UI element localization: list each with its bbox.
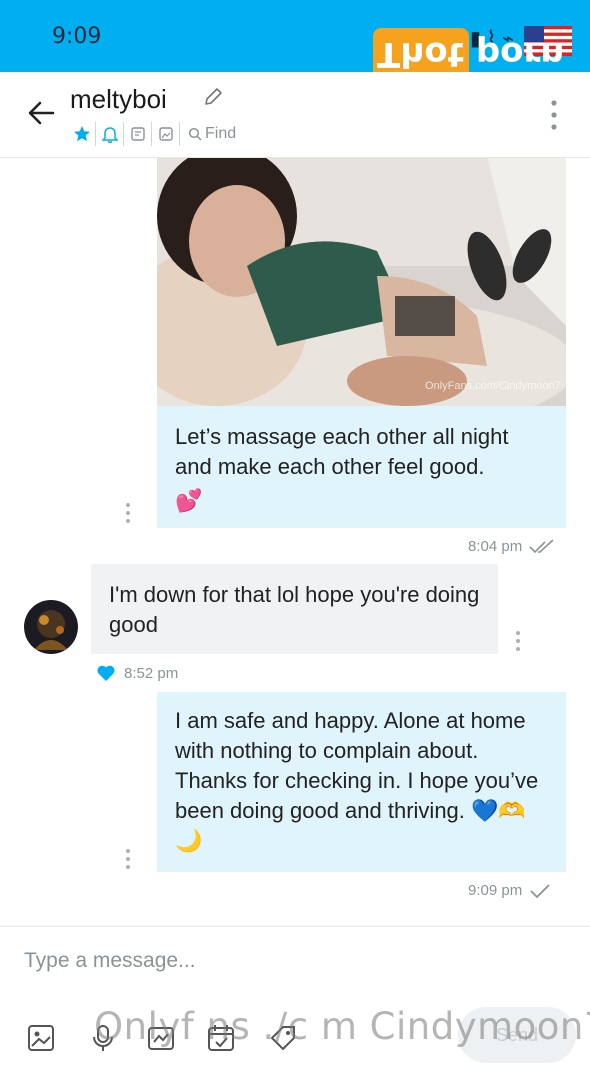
outgoing-message-bubble[interactable]: I am safe and happy. Alone at home with … bbox=[157, 692, 566, 872]
header-actions: Find bbox=[68, 122, 236, 146]
chat-username[interactable]: meltyboi bbox=[70, 84, 167, 115]
incoming-message-bubble[interactable]: I'm down for that lol hope you're doing … bbox=[91, 564, 498, 654]
message-emoji: 💕 bbox=[175, 488, 203, 513]
image-icon[interactable] bbox=[152, 122, 180, 146]
find-button[interactable]: Find bbox=[180, 125, 236, 143]
pencil-icon[interactable] bbox=[202, 86, 224, 108]
bell-icon[interactable] bbox=[96, 122, 124, 146]
status-time: 9:09 bbox=[52, 24, 102, 49]
message-meta: 8:52 pm bbox=[96, 664, 178, 682]
message-photo[interactable]: OnlyFans.com/Cindymoon7 bbox=[157, 158, 566, 406]
search-icon bbox=[188, 127, 202, 141]
find-label: Find bbox=[205, 125, 237, 142]
message-composer: Send Onlyf ns ./c m Cindymoon7 bbox=[0, 926, 590, 1077]
message-meta: 8:04 pm bbox=[468, 538, 556, 555]
message-input[interactable] bbox=[24, 945, 564, 977]
more-options-icon[interactable] bbox=[546, 98, 562, 132]
message-text: Let’s massage each other all night and m… bbox=[175, 424, 509, 479]
back-arrow-icon[interactable] bbox=[26, 98, 56, 128]
double-check-icon bbox=[529, 538, 554, 553]
heart-icon[interactable] bbox=[96, 664, 116, 682]
star-icon[interactable] bbox=[68, 122, 96, 146]
note-icon[interactable] bbox=[124, 122, 152, 146]
message-options-icon[interactable] bbox=[515, 630, 521, 652]
photo-image bbox=[157, 158, 566, 406]
message-time: 9:09 pm bbox=[468, 882, 523, 899]
message-meta: 9:09 pm bbox=[468, 882, 552, 899]
message-time: 8:04 pm bbox=[468, 538, 523, 555]
chat-header: meltyboi Find bbox=[0, 72, 590, 158]
message-options-icon[interactable] bbox=[125, 502, 131, 524]
outgoing-message-bubble[interactable]: Let’s massage each other all night and m… bbox=[157, 406, 566, 528]
avatar[interactable] bbox=[24, 600, 78, 654]
message-text: I'm down for that lol hope you're doing … bbox=[109, 582, 480, 637]
bottom-watermark: Onlyf ns ./c m Cindymoon7 bbox=[94, 1005, 590, 1048]
photo-watermark: OnlyFans.com/Cindymoon7 bbox=[425, 380, 561, 392]
image-icon[interactable] bbox=[26, 1023, 56, 1053]
message-list[interactable]: OnlyFans.com/Cindymoon7 Let’s massage ea… bbox=[0, 158, 590, 926]
watermark-text: Thot porn bbox=[377, 34, 565, 74]
message-options-icon[interactable] bbox=[125, 848, 131, 870]
check-icon bbox=[530, 883, 550, 898]
message-time: 8:52 pm bbox=[124, 664, 179, 682]
